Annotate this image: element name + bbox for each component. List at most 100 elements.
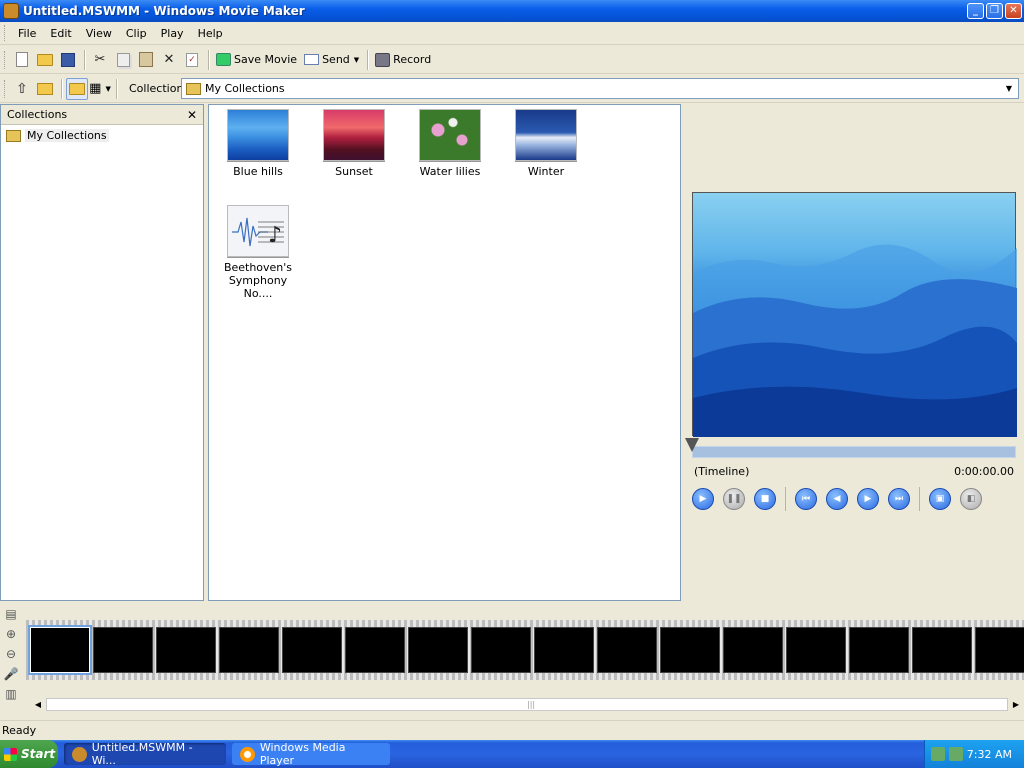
collection-dropdown[interactable]: My Collections ▼ — [181, 78, 1019, 99]
split-clip-button[interactable]: ◧ — [960, 488, 982, 510]
save-project-button[interactable] — [57, 49, 79, 71]
menu-edit[interactable]: Edit — [43, 27, 78, 40]
menubar-grip[interactable] — [4, 25, 7, 41]
open-folder-icon — [37, 53, 53, 66]
clip-thumbnail[interactable]: ♪ — [227, 205, 289, 257]
toolbar-separator — [208, 49, 209, 70]
menu-view[interactable]: View — [79, 27, 119, 40]
scrollbar-grip-icon[interactable]: ||| — [527, 700, 535, 709]
clip-item[interactable]: Winter — [501, 109, 591, 178]
new-collection-button[interactable] — [34, 78, 56, 100]
collections-pane-header: Collections ✕ — [1, 105, 203, 125]
scrollbar-track[interactable]: ||| — [46, 698, 1008, 711]
clip-thumbnail[interactable] — [323, 109, 385, 161]
storyboard-frame-empty[interactable] — [282, 627, 342, 673]
seek-bar[interactable] — [692, 446, 1016, 458]
minimize-button[interactable]: _ — [967, 3, 984, 19]
narrate-button[interactable]: 🎤 — [2, 665, 20, 683]
menu-file[interactable]: File — [11, 27, 43, 40]
storyboard-scrollbar[interactable]: ◀ ||| ▶ — [30, 696, 1024, 713]
storyboard-frame-empty[interactable] — [534, 627, 594, 673]
tree-item-my-collections[interactable]: My Collections — [6, 129, 203, 142]
storyboard-frame-empty[interactable] — [408, 627, 468, 673]
clock[interactable]: 7:32 AM — [967, 748, 1012, 761]
save-movie-icon — [215, 52, 231, 68]
stop-button[interactable]: ■ — [754, 488, 776, 510]
zoom-out-icon: ⊖ — [5, 647, 17, 661]
status-bar: Ready — [0, 720, 1024, 740]
chevron-down-icon[interactable]: ▼ — [354, 56, 359, 64]
clip-item[interactable]: Blue hills — [213, 109, 303, 178]
time-display: 0:00:00.00 — [954, 465, 1014, 478]
show-timeline-button[interactable]: ▤ — [2, 605, 20, 623]
dropdown-arrow-icon[interactable]: ▼ — [1000, 79, 1018, 98]
full-screen-button[interactable]: ▣ — [929, 488, 951, 510]
clip-item[interactable]: ♪ Beethoven's Symphony No.... — [213, 205, 303, 300]
clip-item[interactable]: Sunset — [309, 109, 399, 178]
toolbar-grip[interactable] — [4, 50, 7, 69]
close-pane-icon[interactable]: ✕ — [187, 108, 197, 122]
restore-button[interactable]: ❐ — [986, 3, 1003, 19]
new-folder-icon — [37, 82, 53, 95]
zoom-in-icon: ⊕ — [5, 627, 17, 641]
storyboard-frame-empty[interactable] — [597, 627, 657, 673]
tree-item-label: My Collections — [25, 129, 109, 142]
delete-button[interactable]: ✕ — [158, 49, 180, 71]
storyboard-frame-empty[interactable] — [849, 627, 909, 673]
clip-thumbnail[interactable] — [227, 109, 289, 161]
menu-play[interactable]: Play — [154, 27, 191, 40]
pause-button[interactable]: ❚❚ — [723, 488, 745, 510]
storyboard-frame-empty[interactable] — [723, 627, 783, 673]
full-screen-icon: ▣ — [935, 494, 945, 504]
title-bar[interactable]: Untitled.MSWMM - Windows Movie Maker _ ❐… — [0, 0, 1024, 22]
start-button[interactable]: Start — [0, 740, 58, 768]
open-project-button[interactable] — [34, 49, 56, 71]
scroll-right-icon[interactable]: ▶ — [1008, 700, 1024, 709]
storyboard-frame[interactable] — [156, 627, 216, 673]
collections-toggle-button[interactable] — [66, 77, 88, 100]
close-button[interactable]: ✕ — [1005, 3, 1022, 19]
storyboard-frame-empty[interactable] — [660, 627, 720, 673]
taskbar-button-media-player[interactable]: Windows Media Player — [232, 741, 390, 767]
play-button[interactable]: ▶ — [692, 488, 714, 510]
storyboard-frame-empty[interactable] — [975, 627, 1024, 673]
zoom-in-button[interactable]: ⊕ — [2, 625, 20, 643]
menu-clip[interactable]: Clip — [119, 27, 154, 40]
storyboard-frame-empty[interactable] — [912, 627, 972, 673]
taskbar-button-movie-maker[interactable]: Untitled.MSWMM - Wi... — [64, 741, 226, 767]
taskbar: Start Untitled.MSWMM - Wi... Windows Med… — [0, 740, 1024, 768]
network-icon[interactable] — [930, 747, 945, 761]
clip-label: Beethoven's Symphony No.... — [223, 261, 293, 300]
next-frame-button[interactable]: ▶ — [857, 488, 879, 510]
new-project-button[interactable] — [11, 49, 33, 71]
volume-icon[interactable] — [948, 747, 963, 761]
properties-button[interactable]: ✓ — [181, 49, 203, 71]
save-movie-button[interactable]: Save Movie — [213, 49, 301, 71]
storyboard-frame[interactable] — [219, 627, 279, 673]
zoom-out-button[interactable]: ⊖ — [2, 645, 20, 663]
previous-frame-button[interactable]: ◀ — [826, 488, 848, 510]
clip-thumbnail[interactable] — [419, 109, 481, 161]
forward-button[interactable]: ⏭ — [888, 488, 910, 510]
storyboard-frame-empty[interactable] — [786, 627, 846, 673]
back-button[interactable]: ⏮ — [795, 488, 817, 510]
cut-button[interactable]: ✂ — [89, 49, 111, 71]
record-button[interactable]: Record — [372, 49, 435, 71]
storyboard-frame[interactable] — [30, 627, 90, 673]
audio-levels-button[interactable]: ▥ — [2, 685, 20, 703]
paste-button[interactable] — [135, 49, 157, 71]
storyboard-frame-empty[interactable] — [345, 627, 405, 673]
clip-item[interactable]: Water lilies — [405, 109, 495, 178]
toolbar-grip[interactable] — [4, 79, 7, 98]
storyboard-frame-empty[interactable] — [471, 627, 531, 673]
clip-thumbnail[interactable] — [515, 109, 577, 161]
views-button[interactable]: ▦ ▼ — [89, 78, 111, 100]
movie-maker-app-icon[interactable] — [3, 3, 19, 19]
storyboard-frame[interactable] — [93, 627, 153, 673]
menu-help[interactable]: Help — [191, 27, 230, 40]
up-one-level-button[interactable]: ⇧ — [11, 78, 33, 100]
seek-thumb[interactable] — [685, 438, 699, 452]
send-button[interactable]: Send ▼ — [301, 49, 363, 71]
copy-button[interactable] — [112, 49, 134, 71]
scroll-left-icon[interactable]: ◀ — [30, 700, 46, 709]
